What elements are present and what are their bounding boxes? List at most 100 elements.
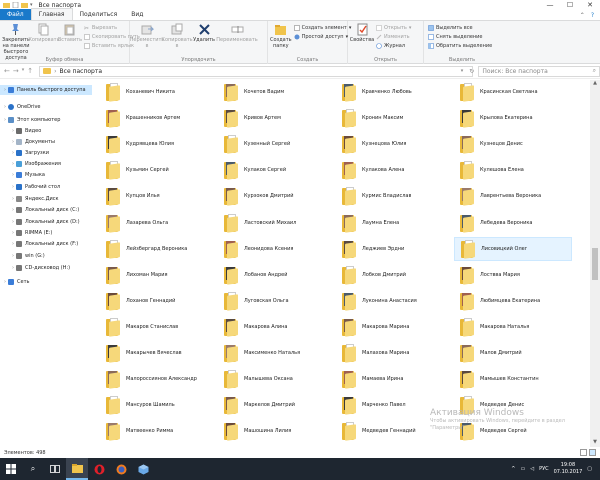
vertical-scrollbar[interactable]: ▲ ▼ (590, 80, 600, 447)
folder-item[interactable]: Луговская Ольга (218, 289, 336, 313)
nav-item[interactable]: › Документы (0, 137, 92, 147)
nav-item[interactable]: › Яндекс.Диск (0, 194, 92, 204)
folder-item[interactable]: Матвеенко Римма (100, 419, 218, 443)
history-button[interactable]: Журнал (376, 42, 411, 50)
folder-item[interactable]: Курмис Владислав (336, 184, 454, 208)
nav-item[interactable]: › Локальный диск (D:) (0, 217, 92, 227)
folder-item[interactable]: Лоханов Геннадий (100, 289, 218, 313)
clock[interactable]: 19:08 07.10.2017 (554, 462, 583, 476)
scrollbar-thumb[interactable] (592, 248, 598, 280)
folder-item[interactable]: Кузьмин Сергей (100, 158, 218, 182)
folder-item[interactable]: Курзоков Дмитрий (218, 184, 336, 208)
folder-item[interactable]: Лаврентьева Вероника (454, 184, 572, 208)
folder-item[interactable]: Максименко Наталья (218, 341, 336, 365)
folder-item[interactable]: Лобков Дмитрий (336, 263, 454, 287)
folder-item[interactable]: Макарова Алина (218, 315, 336, 339)
folder-item[interactable]: Кудрявцева Юлия (100, 132, 218, 156)
nav-item[interactable]: › Изображения (0, 159, 92, 169)
folder-item[interactable]: Малахова Марина (336, 341, 454, 365)
folder-item[interactable]: Мамаева Ирина (336, 367, 454, 391)
nav-item[interactable]: › Видео (0, 126, 92, 136)
folder-item[interactable]: Лоствва Мария (454, 263, 572, 287)
tab-view[interactable]: Вид (124, 9, 150, 20)
folder-item[interactable]: Купцов Илья (100, 184, 218, 208)
invert-selection-button[interactable]: Обратить выделение (428, 42, 492, 50)
new-item-button[interactable]: Создать элемент ▾ (293, 24, 351, 32)
folder-item[interactable]: Кулакова Алена (336, 158, 454, 182)
folder-item[interactable]: Красинская Светлана (454, 80, 572, 104)
large-icons-view-icon[interactable] (589, 449, 596, 456)
new-folder-icon[interactable] (21, 2, 28, 8)
tab-file[interactable]: Файл (0, 9, 31, 20)
folder-item[interactable]: Кузнецова Юлия (336, 132, 454, 156)
notifications-icon[interactable]: ▢ (587, 466, 592, 472)
edit-button[interactable]: Изменить (376, 33, 411, 41)
folder-item[interactable]: Лебедева Вероника (454, 211, 572, 235)
folder-item[interactable]: Леонидова Ксения (218, 237, 336, 261)
nav-item[interactable]: › win (G:) (0, 251, 92, 261)
folder-item[interactable]: Машошина Лилия (218, 419, 336, 443)
volume-tray-icon[interactable]: ◁ (530, 466, 534, 472)
tab-share[interactable]: Поделиться (73, 9, 125, 20)
close-button[interactable]: ✕ (580, 0, 600, 10)
nav-item[interactable]: › Рабочий стол (0, 182, 92, 192)
input-language[interactable]: РУС (539, 466, 549, 472)
folder-item[interactable]: Малышева Оксана (218, 367, 336, 391)
nav-item[interactable]: › Загрузки (0, 148, 92, 158)
folder-item[interactable]: Коханевич Никита (100, 80, 218, 104)
select-all-button[interactable]: Выделить все (428, 24, 492, 32)
nav-item[interactable]: › OneDrive (0, 102, 92, 112)
nav-item[interactable]: › Музыка (0, 170, 92, 180)
folder-item[interactable]: Кочетов Вадим (218, 80, 336, 104)
start-button[interactable] (0, 458, 22, 480)
back-arrow-icon[interactable]: ← (4, 67, 10, 75)
folder-item[interactable]: Мамышев Константин (454, 367, 572, 391)
maximize-button[interactable]: ☐ (560, 0, 580, 10)
address-dropdown-icon[interactable]: ▾ (461, 68, 464, 74)
nav-item[interactable]: › Локальный диск (C:) (0, 205, 92, 215)
folder-item[interactable]: Лихоман Мария (100, 263, 218, 287)
address-box[interactable]: › Все паспорта (39, 65, 473, 77)
folder-item[interactable]: Лобанов Андрей (218, 263, 336, 287)
taskbar-opera-button[interactable] (88, 458, 110, 480)
network-tray-icon[interactable]: ▭ (520, 466, 525, 472)
folder-item[interactable]: Кривов Артем (218, 106, 336, 130)
folder-item[interactable]: Малороссиянов Александр (100, 367, 218, 391)
recent-dropdown-icon[interactable]: ▾ (22, 67, 25, 75)
help-icon[interactable]: ? (591, 12, 594, 19)
folder-item[interactable]: Лазарева Ольга (100, 211, 218, 235)
refresh-icon[interactable]: ↻ (469, 68, 474, 75)
folder-item[interactable]: Кузенный Сергей (218, 132, 336, 156)
folder-item[interactable]: Макарычев Вячеслав (100, 341, 218, 365)
nav-item[interactable]: › Панель быстрого доступа (0, 85, 92, 95)
nav-item[interactable]: › Локальный диск (F:) (0, 239, 92, 249)
nav-item[interactable]: › Этот компьютер (0, 115, 92, 125)
search-taskbar-button[interactable]: ⌕ (22, 458, 44, 480)
taskbar-virtualbox-button[interactable] (132, 458, 154, 480)
nav-item[interactable]: › RIMMA (E:) (0, 228, 92, 238)
taskbar-explorer-button[interactable] (66, 458, 88, 480)
folder-item[interactable]: Кулешова Елена (454, 158, 572, 182)
folder-item[interactable]: Макаров Станислав (100, 315, 218, 339)
folder-item[interactable]: Ластовский Михаил (218, 211, 336, 235)
search-input[interactable]: Поиск: Все паспорта ⌕ (478, 65, 600, 77)
properties-icon[interactable] (12, 2, 19, 8)
folder-item[interactable]: Лисовицкий Олег (454, 236, 572, 261)
forward-arrow-icon[interactable]: → (13, 67, 19, 75)
ribbon-collapse-icon[interactable]: ⌃ (580, 12, 585, 19)
folder-item[interactable]: Кузнецов Денис (454, 132, 572, 156)
folder-item[interactable]: Маркелов Дмитрий (218, 393, 336, 417)
folder-item[interactable]: Лейзбергард Вероника (100, 237, 218, 261)
scroll-down-icon[interactable]: ▼ (590, 439, 600, 447)
open-button[interactable]: Открыть ▾ (376, 24, 411, 32)
tab-home[interactable]: Главная (30, 8, 73, 20)
select-none-button[interactable]: Снять выделение (428, 33, 492, 41)
folder-item[interactable]: Кронин Максим (336, 106, 454, 130)
minimize-button[interactable]: — (540, 0, 560, 10)
folder-item[interactable]: Леджиев Эрдни (336, 237, 454, 261)
folder-item[interactable]: Лаумна Елена (336, 211, 454, 235)
folder-item[interactable]: Любимцева Екатерина (454, 289, 572, 313)
tray-chevron-icon[interactable]: ^ (511, 466, 515, 472)
folder-item[interactable]: Крылова Екатерина (454, 106, 572, 130)
folder-item[interactable]: Крашенников Артем (100, 106, 218, 130)
